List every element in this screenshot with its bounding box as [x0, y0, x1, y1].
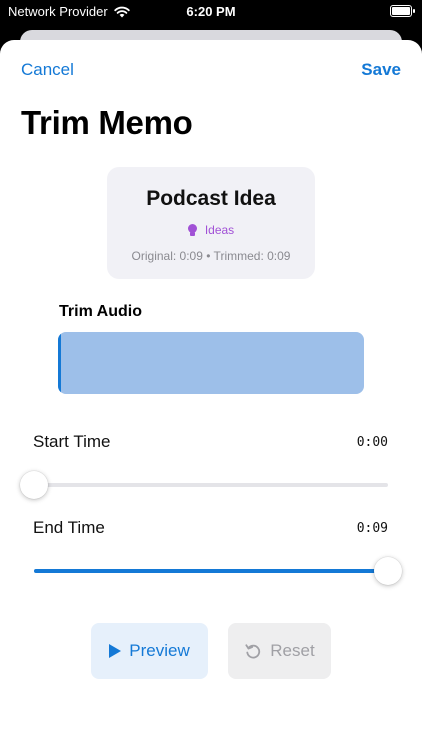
- preview-label: Preview: [129, 641, 190, 660]
- reset-button[interactable]: Reset: [228, 623, 331, 679]
- save-button[interactable]: Save: [361, 60, 401, 80]
- trim-audio-label: Trim Audio: [59, 303, 142, 320]
- end-time-slider-thumb[interactable]: [374, 557, 402, 585]
- memo-info-card: Podcast Idea Ideas Original: 0:09 • Trim…: [107, 167, 315, 279]
- category-label: Ideas: [204, 223, 235, 237]
- reset-icon: [245, 644, 261, 659]
- trim-sheet: Cancel Save Trim Memo Podcast Idea Ideas…: [0, 40, 422, 750]
- start-time-value: 0:00: [356, 435, 388, 450]
- preview-button[interactable]: Preview: [91, 623, 208, 679]
- battery-icon: [390, 5, 415, 17]
- status-time: 6:20 PM: [186, 4, 236, 19]
- category-badge: Ideas: [107, 223, 315, 237]
- start-time-slider[interactable]: [20, 471, 388, 499]
- lightbulb-icon: [187, 224, 197, 236]
- page-title: Trim Memo: [21, 104, 193, 141]
- status-bar: Network Provider 6:20 PM: [0, 0, 422, 24]
- end-time-label: End Time: [33, 518, 105, 537]
- trim-start-handle[interactable]: [58, 332, 61, 394]
- end-time-value: 0:09: [356, 521, 388, 536]
- start-time-label: Start Time: [33, 432, 111, 451]
- end-time-slider[interactable]: [34, 557, 402, 585]
- end-time-slider-fill: [34, 569, 388, 573]
- reset-label: Reset: [270, 641, 315, 660]
- start-time-slider-thumb[interactable]: [20, 471, 48, 499]
- memo-title: Podcast Idea: [146, 187, 276, 210]
- trim-region[interactable]: [58, 332, 364, 394]
- duration-summary: Original: 0:09 • Trimmed: 0:09: [131, 249, 291, 263]
- cancel-button[interactable]: Cancel: [21, 60, 74, 80]
- play-icon: [109, 644, 122, 658]
